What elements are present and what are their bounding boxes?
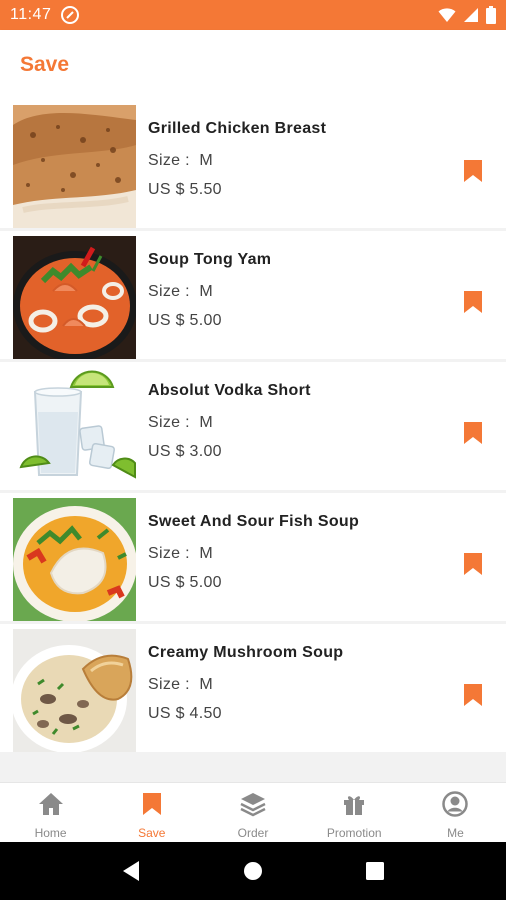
size-label: Size : xyxy=(148,676,190,693)
status-time: 11:47 xyxy=(10,6,52,23)
bottom-nav: Home Save Order Promotion Me xyxy=(0,782,506,842)
size-label: Size : xyxy=(148,414,190,431)
nav-home[interactable]: Home xyxy=(0,783,101,842)
item-name: Absolut Vodka Short xyxy=(148,382,311,399)
gift-icon xyxy=(341,791,367,817)
size-value: M xyxy=(199,152,213,169)
list-item[interactable]: Sweet And Sour Fish Soup Size : M US $ 5… xyxy=(0,493,506,621)
size-label: Size : xyxy=(148,545,190,562)
item-size: Size : M xyxy=(148,676,213,694)
list-item[interactable]: Grilled Chicken Breast Size : M US $ 5.5… xyxy=(0,100,506,228)
item-size: Size : M xyxy=(148,152,213,170)
item-name: Creamy Mushroom Soup xyxy=(148,644,344,661)
size-value: M xyxy=(199,283,213,300)
profile-icon xyxy=(442,791,469,817)
item-price: US $ 5.00 xyxy=(148,312,222,329)
item-price: US $ 4.50 xyxy=(148,705,222,722)
battery-icon xyxy=(486,6,496,24)
bookmark-icon xyxy=(139,791,165,817)
item-size: Size : M xyxy=(148,414,213,432)
list-item[interactable]: Soup Tong Yam Size : M US $ 5.00 xyxy=(0,231,506,359)
item-name: Soup Tong Yam xyxy=(148,251,272,268)
nav-label: Home xyxy=(34,826,67,840)
bookmark-icon[interactable] xyxy=(463,553,483,575)
food-image-vodka xyxy=(13,367,136,490)
item-price: US $ 5.00 xyxy=(148,574,222,591)
item-price: US $ 5.50 xyxy=(148,181,222,198)
status-bar: 11:47 xyxy=(0,0,506,30)
nav-label: Order xyxy=(237,826,269,840)
food-image-fish-soup xyxy=(13,498,136,621)
nav-order[interactable]: Order xyxy=(202,783,303,842)
back-button[interactable] xyxy=(111,851,151,891)
nav-label: Promotion xyxy=(326,826,382,840)
layers-icon xyxy=(240,791,266,817)
item-price: US $ 3.00 xyxy=(148,443,222,460)
bookmark-icon[interactable] xyxy=(463,684,483,706)
item-size: Size : M xyxy=(148,283,213,301)
size-value: M xyxy=(199,414,213,431)
bookmark-icon[interactable] xyxy=(463,291,483,313)
item-name: Sweet And Sour Fish Soup xyxy=(148,513,360,530)
list-item[interactable]: Absolut Vodka Short Size : M US $ 3.00 xyxy=(0,362,506,490)
item-size: Size : M xyxy=(148,545,213,563)
signal-icon xyxy=(464,8,478,22)
nav-label: Save xyxy=(138,826,166,840)
size-value: M xyxy=(199,545,213,562)
item-name: Grilled Chicken Breast xyxy=(148,120,327,137)
page-title: Save xyxy=(20,53,70,76)
size-value: M xyxy=(199,676,213,693)
home-icon xyxy=(38,791,64,817)
nav-me[interactable]: Me xyxy=(405,783,506,842)
saved-items-list[interactable]: Grilled Chicken Breast Size : M US $ 5.5… xyxy=(0,100,506,780)
status-icons xyxy=(438,6,496,24)
system-nav-bar xyxy=(0,842,506,900)
app-header: Save xyxy=(0,30,506,100)
recents-button[interactable] xyxy=(355,851,395,891)
nav-promotion[interactable]: Promotion xyxy=(304,783,405,842)
size-label: Size : xyxy=(148,152,190,169)
food-image-grilled-chicken xyxy=(13,105,136,228)
food-image-soup-tong-yam xyxy=(13,236,136,359)
bookmark-icon[interactable] xyxy=(463,422,483,444)
size-label: Size : xyxy=(148,283,190,300)
nav-label: Me xyxy=(447,826,464,840)
bookmark-icon[interactable] xyxy=(463,160,483,182)
do-not-disturb-icon xyxy=(61,6,80,24)
home-button[interactable] xyxy=(233,851,273,891)
wifi-icon xyxy=(438,8,456,22)
food-image-mushroom-soup xyxy=(13,629,136,752)
nav-save[interactable]: Save xyxy=(101,783,202,842)
app-screen: 11:47 Save Grilled Chicken Breast Size:… xyxy=(0,0,506,900)
list-item[interactable]: Creamy Mushroom Soup Size : M US $ 4.50 xyxy=(0,624,506,752)
